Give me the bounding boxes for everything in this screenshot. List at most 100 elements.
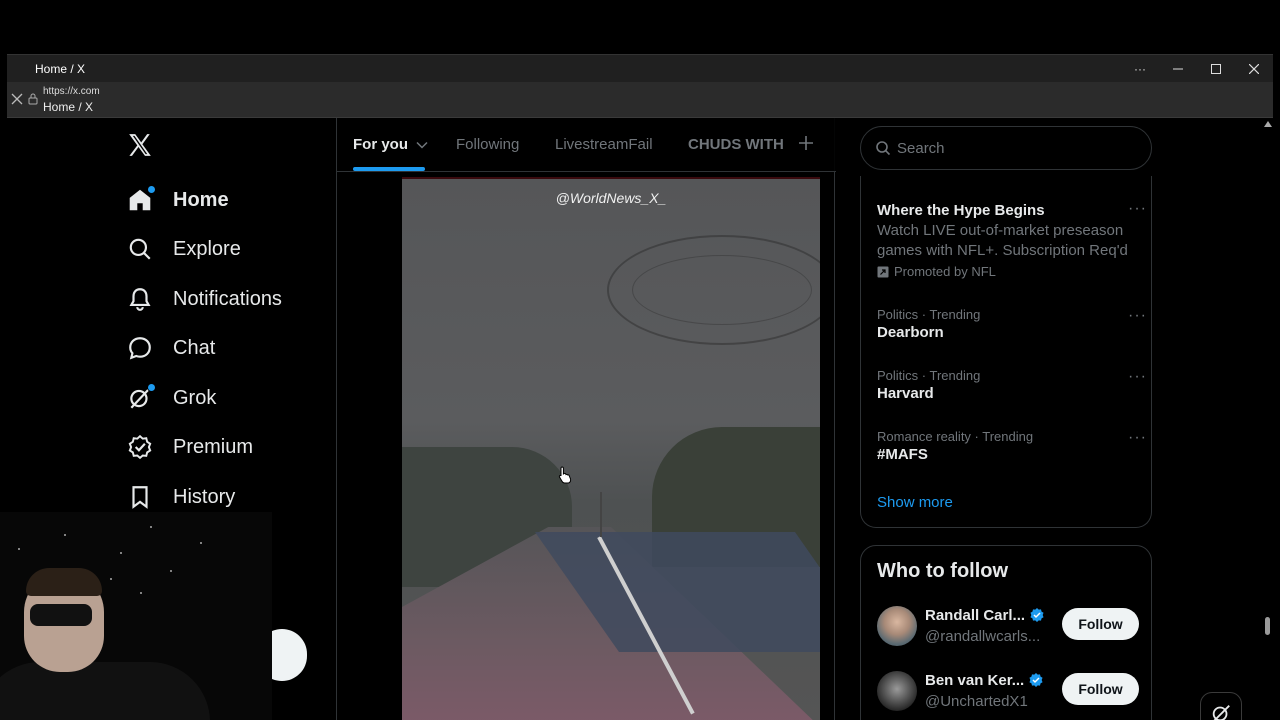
home-icon bbox=[127, 185, 156, 213]
more-options-icon[interactable]: ··· bbox=[1121, 55, 1159, 83]
feed-tabs: For you Following LivestreamFail CHUDS W… bbox=[337, 118, 836, 172]
notification-dot bbox=[147, 383, 156, 392]
nav-history[interactable]: History bbox=[127, 477, 235, 517]
x-logo-icon[interactable] bbox=[127, 132, 153, 158]
minimize-icon bbox=[1173, 68, 1183, 70]
trend-name: Dearborn bbox=[877, 324, 944, 341]
add-tab-icon[interactable] bbox=[797, 134, 815, 152]
nav-explore-label: Explore bbox=[173, 237, 241, 260]
trend-meta: Politics · Trending bbox=[877, 368, 981, 383]
window-controls: ··· bbox=[1121, 55, 1273, 83]
nav-grok-label: Grok bbox=[173, 386, 217, 409]
tab-for-you-label: For you bbox=[353, 136, 408, 153]
verified-icon bbox=[1029, 673, 1043, 687]
trend-item[interactable]: Politics · Trending Harvard ··· bbox=[877, 368, 1146, 402]
trend-item[interactable]: Politics · Trending Dearborn ··· bbox=[877, 307, 1146, 341]
window-title: Home / X bbox=[35, 61, 86, 76]
trend-meta: Politics · Trending bbox=[877, 307, 981, 322]
webcam-overlay bbox=[0, 512, 272, 720]
maximize-icon bbox=[1211, 64, 1221, 74]
nav-history-label: History bbox=[173, 485, 236, 508]
more-options-icon[interactable]: ··· bbox=[1128, 307, 1147, 325]
user-handle: @UnchartedX1 bbox=[925, 693, 1028, 710]
nav-premium-label: Premium bbox=[173, 435, 254, 458]
trend-meta: Romance reality · Trending bbox=[877, 429, 1034, 444]
bookmark-icon bbox=[127, 484, 153, 510]
who-to-follow-header: Who to follow bbox=[877, 560, 1009, 582]
follow-suggestion[interactable]: Randall Carl... @randallwcarls... Follow bbox=[877, 606, 1139, 650]
more-options-icon[interactable]: ··· bbox=[1128, 368, 1147, 386]
notification-dot bbox=[147, 185, 156, 194]
scroll-up-arrow-icon[interactable] bbox=[1264, 121, 1272, 127]
nav-grok[interactable]: Grok bbox=[127, 378, 216, 418]
nav-chat-label: Chat bbox=[173, 336, 216, 359]
video-watermark: @WorldNews_X_ bbox=[555, 190, 667, 206]
nav-home[interactable]: Home bbox=[127, 180, 229, 220]
tab-for-you[interactable]: For you bbox=[353, 136, 428, 153]
nav-notifications[interactable]: Notifications bbox=[127, 279, 282, 319]
tab-livestreamfail[interactable]: LivestreamFail bbox=[555, 136, 653, 153]
search-icon bbox=[876, 141, 891, 156]
trend-name: #MAFS bbox=[877, 446, 928, 463]
promoted-description: Watch LIVE out-of-market preseason games… bbox=[877, 222, 1128, 259]
video-ufo-shape-inner bbox=[632, 255, 812, 325]
promoted-by-label: Promoted by NFL bbox=[894, 264, 996, 279]
tab-chuds-with[interactable]: CHUDS WITH bbox=[688, 136, 784, 153]
more-options-icon[interactable]: ··· bbox=[1128, 200, 1147, 218]
maximize-button[interactable] bbox=[1197, 55, 1235, 83]
user-name: Randall Carl... bbox=[925, 607, 1045, 624]
close-icon bbox=[1249, 64, 1259, 74]
video-pole bbox=[600, 492, 602, 537]
bell-icon bbox=[127, 286, 153, 312]
nav-home-label: Home bbox=[173, 188, 229, 211]
page-url[interactable]: https://x.com bbox=[43, 86, 100, 97]
hand-cursor-icon bbox=[558, 466, 572, 484]
verified-icon bbox=[1030, 608, 1044, 622]
trends-panel: Where the Hype Begins Watch LIVE out-of-… bbox=[860, 176, 1152, 528]
promoted-trend[interactable]: Where the Hype Begins Watch LIVE out-of-… bbox=[877, 200, 1146, 279]
show-more-link[interactable]: Show more bbox=[877, 494, 953, 511]
follow-suggestion[interactable]: Ben van Ker... @UnchartedX1 Follow bbox=[877, 671, 1139, 715]
follow-button[interactable]: Follow bbox=[1062, 673, 1139, 705]
webcam-person-body bbox=[0, 662, 210, 720]
webcam-person-sunglasses bbox=[30, 604, 92, 626]
nav-explore[interactable]: Explore bbox=[127, 229, 241, 269]
video-player[interactable]: @WorldNews_X_ bbox=[402, 177, 820, 720]
minimize-button[interactable] bbox=[1159, 55, 1197, 83]
chat-bubble-icon bbox=[127, 335, 153, 361]
trend-name: Harvard bbox=[877, 385, 934, 402]
more-options-icon[interactable]: ··· bbox=[1128, 429, 1147, 447]
main-feed: For you Following LivestreamFail CHUDS W… bbox=[336, 118, 836, 720]
user-name: Ben van Ker... bbox=[925, 672, 1044, 689]
webcam-person-hair bbox=[26, 568, 102, 596]
user-handle: @randallwcarls... bbox=[925, 628, 1041, 645]
nav-chat[interactable]: Chat bbox=[127, 328, 215, 368]
close-window-button[interactable] bbox=[1235, 55, 1273, 83]
grok-icon bbox=[127, 383, 156, 411]
follow-button[interactable]: Follow bbox=[1062, 608, 1139, 640]
page-title: Home / X bbox=[43, 100, 94, 114]
close-page-icon[interactable] bbox=[11, 93, 23, 105]
avatar[interactable] bbox=[877, 671, 917, 711]
video-top-edge bbox=[402, 177, 820, 179]
trend-item[interactable]: Romance reality · Trending #MAFS ··· bbox=[877, 429, 1146, 463]
lock-icon bbox=[28, 93, 38, 105]
scroll-thumb[interactable] bbox=[1265, 617, 1270, 635]
tab-following[interactable]: Following bbox=[456, 136, 519, 153]
window-titlebar: Home / X ··· bbox=[7, 54, 1273, 82]
promoted-title: Where the Hype Begins bbox=[877, 202, 1045, 219]
avatar[interactable] bbox=[877, 606, 917, 646]
page-scrollbar[interactable] bbox=[1262, 118, 1273, 720]
search-placeholder: Search bbox=[897, 139, 945, 157]
who-to-follow-panel: Who to follow Randall Carl... @randallwc… bbox=[860, 545, 1152, 720]
grok-floating-button[interactable] bbox=[1200, 692, 1242, 720]
search-box[interactable]: Search bbox=[860, 126, 1152, 170]
address-bar: https://x.com Home / X bbox=[7, 82, 1273, 118]
active-tab-indicator bbox=[353, 167, 425, 171]
promoted-by: Promoted by NFL bbox=[877, 264, 1139, 279]
grok-icon bbox=[1212, 705, 1230, 720]
nav-notifications-label: Notifications bbox=[173, 287, 282, 310]
chevron-down-icon bbox=[416, 141, 428, 149]
nav-premium[interactable]: Premium bbox=[127, 427, 253, 467]
search-icon bbox=[127, 236, 153, 262]
